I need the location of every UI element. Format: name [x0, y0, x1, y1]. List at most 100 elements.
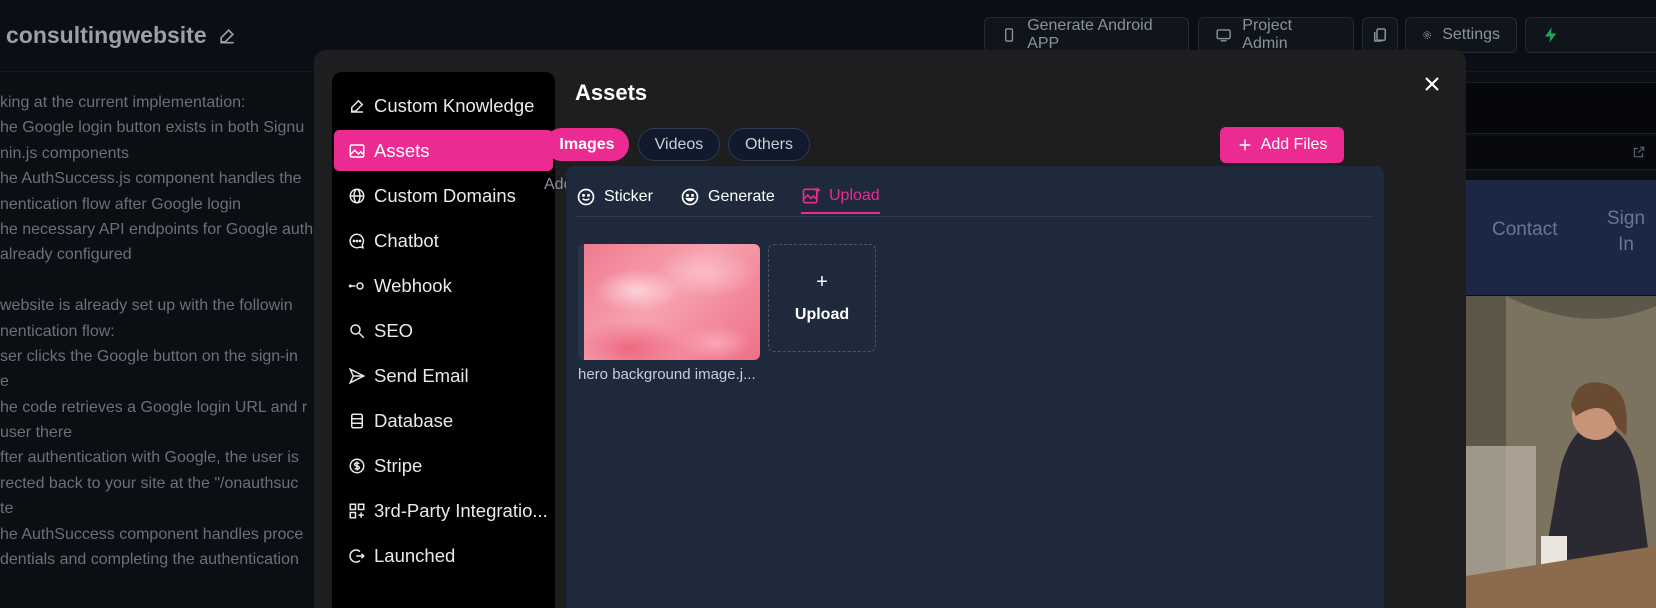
project-admin-button[interactable]: Project Admin — [1198, 17, 1354, 53]
pencil-icon — [351, 99, 364, 113]
chat-line: nin.js components — [0, 144, 129, 162]
site-navigation: Contact Sign In — [1466, 180, 1656, 295]
logout-icon — [349, 548, 365, 563]
sidebar-item-database[interactable]: Database — [334, 400, 553, 441]
chat-line: nentication flow: — [0, 322, 115, 340]
project-title: consultingwebsite — [6, 22, 237, 49]
sidebar-item-custom-knowledge[interactable]: Custom Knowledge — [334, 85, 553, 126]
upload-dropzone[interactable]: + Upload — [768, 244, 876, 352]
filter-others[interactable]: Others — [728, 128, 810, 161]
chat-line: te — [0, 500, 14, 518]
sidebar-item-chatbot[interactable]: Chatbot — [334, 220, 553, 261]
chat-line: he AuthSuccess.js component handles the — [0, 170, 302, 188]
sidebar-item-custom-domains[interactable]: Custom Domains — [334, 175, 553, 216]
upload-plus-icon: + — [816, 271, 828, 293]
sidebar-item-label: Chatbot — [374, 229, 439, 251]
chat-line: fter authentication with Google, the use… — [0, 449, 299, 467]
sidebar-item-label: Stripe — [374, 454, 423, 476]
chat-line: ser clicks the Google button on the sign… — [0, 347, 298, 365]
preview-url-bar — [1466, 136, 1656, 170]
chat-line: already configured — [0, 246, 132, 264]
gear-icon — [1423, 31, 1431, 39]
asset-image — [584, 244, 760, 360]
monitor-icon — [1216, 29, 1231, 42]
close-icon[interactable] — [1420, 72, 1444, 96]
add-files-button[interactable]: Add Files — [1220, 127, 1344, 163]
chat-line: user there — [0, 424, 73, 442]
asset-thumbnail[interactable] — [578, 244, 760, 360]
panel-divider — [576, 216, 1374, 217]
sidebar-item-label: 3rd-Party Integratio... — [374, 499, 548, 521]
assets-modal: Custom Knowledge Assets Custom Domains C… — [314, 50, 1466, 608]
preview-toolbar — [1466, 82, 1656, 134]
chat-line: dentials and completing the authenticati… — [0, 551, 299, 569]
sidebar-item-label: Assets — [374, 139, 430, 161]
sidebar-item-webhook[interactable]: Webhook — [334, 265, 553, 306]
tab-generate-label: Generate — [708, 188, 775, 205]
chat-line: he code retrieves a Google login URL and… — [0, 398, 308, 416]
tab-upload[interactable]: Upload — [801, 180, 880, 214]
tab-sticker-label: Sticker — [604, 188, 653, 205]
sidebar-item-send-email[interactable]: Send Email — [334, 355, 553, 396]
generate-android-app-label: Generate Android APP — [1027, 17, 1153, 52]
upload-panel: Sticker Generate Upload hero background … — [566, 166, 1384, 608]
chat-line: he Google login button exists in both Si… — [0, 119, 305, 137]
nav-contact-link[interactable]: Contact — [1492, 219, 1557, 241]
chat-line: website is already set up with the follo… — [0, 297, 293, 315]
project-name: consultingwebsite — [6, 22, 207, 48]
hero-photo-illustration — [1466, 296, 1656, 608]
generate-android-app-button[interactable]: Generate Android APP — [984, 17, 1189, 53]
sidebar-item-launched[interactable]: Launched — [334, 535, 553, 576]
nav-signin-link[interactable]: Sign In — [1606, 206, 1646, 258]
settings-label: Settings — [1442, 26, 1500, 43]
chat-line: nentication flow after Google login — [0, 195, 242, 213]
project-admin-label: Project Admin — [1242, 17, 1293, 52]
sidebar-item-label: Database — [374, 409, 454, 431]
smile-sticker-icon — [577, 188, 595, 206]
image-upload-icon — [802, 187, 821, 204]
modal-title: Assets — [575, 80, 648, 105]
chat-line: he necessary API endpoints for Google au… — [0, 220, 314, 238]
sidebar-item-label: Launched — [374, 544, 456, 566]
search-icon — [350, 323, 365, 338]
database-icon — [351, 413, 363, 428]
tab-upload-label: Upload — [829, 187, 880, 204]
filter-images[interactable]: Images — [545, 128, 629, 161]
send-icon — [348, 367, 366, 384]
sidebar-item-3rd-party-integrations[interactable]: 3rd-Party Integratio... — [334, 490, 553, 531]
sidebar-item-seo[interactable]: SEO — [334, 310, 553, 351]
lightning-icon — [1545, 27, 1557, 43]
phone-icon — [1005, 28, 1014, 42]
upload-label: Upload — [794, 306, 850, 323]
copy-icon — [1374, 28, 1386, 42]
plus-icon — [1239, 139, 1250, 151]
image-icon — [349, 143, 365, 158]
smile-icon — [681, 188, 699, 206]
external-link-icon[interactable] — [1632, 145, 1646, 159]
filter-videos[interactable]: Videos — [638, 128, 720, 161]
edit-icon[interactable] — [217, 26, 237, 46]
tab-sticker[interactable]: Sticker — [576, 180, 653, 214]
chat-line: rected back to your site at the "/onauth… — [0, 474, 299, 492]
chat-line — [0, 268, 314, 293]
copy-button[interactable] — [1362, 17, 1398, 53]
settings-button[interactable]: Settings — [1405, 17, 1517, 53]
chat-bubble-icon — [349, 232, 365, 249]
grid-plus-icon — [349, 503, 365, 518]
sidebar-item-assets[interactable]: Assets — [334, 130, 553, 171]
asset-file-name: hero background image.j... — [578, 366, 756, 383]
chat-line: he AuthSuccess component handles proce — [0, 525, 304, 543]
add-files-label: Add Files — [1260, 136, 1328, 153]
hero-photo — [1466, 296, 1656, 608]
chat-line: e — [0, 373, 9, 391]
sidebar-item-label: SEO — [374, 319, 414, 341]
globe-icon — [349, 188, 365, 203]
tab-generate[interactable]: Generate — [680, 180, 775, 214]
publish-button[interactable] — [1525, 17, 1656, 53]
modal-sidebar: Custom Knowledge Assets Custom Domains C… — [332, 72, 555, 608]
sidebar-item-label: Webhook — [374, 274, 452, 296]
chat-line: king at the current implementation: — [0, 94, 246, 111]
sidebar-item-label: Custom Knowledge — [374, 94, 535, 116]
sidebar-item-label: Send Email — [374, 364, 469, 386]
sidebar-item-stripe[interactable]: Stripe — [334, 445, 553, 486]
